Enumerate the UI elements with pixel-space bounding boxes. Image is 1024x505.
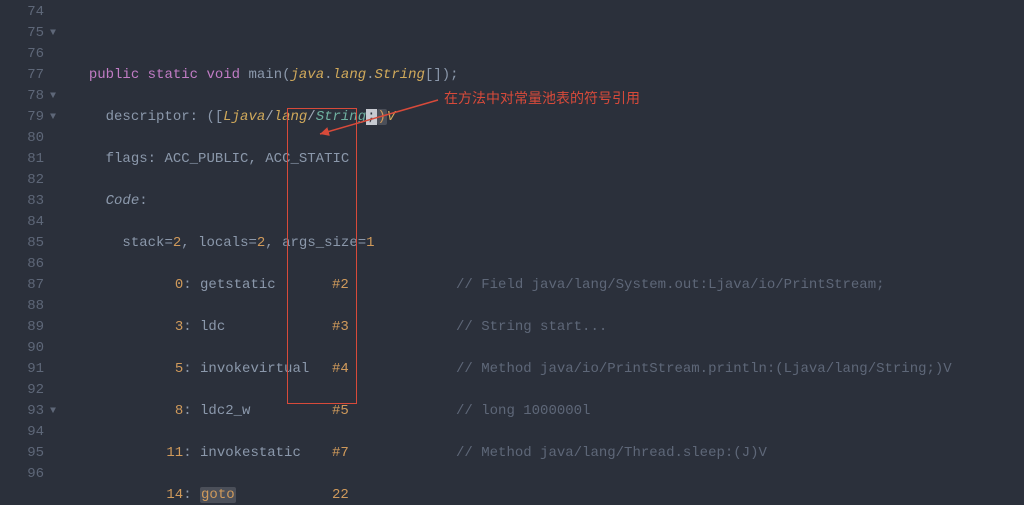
args-label: args_size: [282, 235, 358, 251]
stack-label: stack: [122, 235, 164, 251]
flag: ACC_STATIC: [265, 151, 349, 167]
constpool-ref: #5: [332, 403, 349, 419]
locals-label: locals: [198, 235, 248, 251]
code-area[interactable]: public static void main(java.lang.String…: [64, 0, 1024, 505]
line-number: 80: [0, 128, 58, 149]
line-number: 82: [0, 170, 58, 191]
line-number: 94: [0, 422, 58, 443]
opcode: invokevirtual: [200, 359, 332, 380]
line-number: 77: [0, 65, 58, 86]
line-number: 88: [0, 296, 58, 317]
comment: // long 1000000l: [456, 403, 590, 419]
code-line: public static void main(java.lang.String…: [72, 65, 1024, 86]
code-line: Code:: [72, 191, 1024, 212]
code-line: descriptor: ([Ljava/lang/String;)V: [72, 107, 1024, 128]
opcode: ldc: [200, 317, 332, 338]
array-brackets: []: [425, 67, 442, 83]
args-val: 1: [366, 235, 374, 251]
opcode: goto: [200, 487, 236, 503]
bytecode-line: 8: ldc2_w#5// long 1000000l: [72, 401, 1024, 422]
line-number: 89: [0, 317, 58, 338]
paren-match: ): [377, 109, 387, 125]
comment: // Field java/lang/System.out:Ljava/io/P…: [456, 277, 884, 293]
line-number: 96: [0, 464, 58, 485]
bytecode-line: 3: ldc#3// String start...: [72, 317, 1024, 338]
line-number: 95: [0, 443, 58, 464]
offset: 8: [175, 403, 183, 419]
offset: 5: [175, 361, 183, 377]
line-number: 78▼: [0, 86, 58, 107]
method-name: main: [248, 67, 282, 83]
fold-icon[interactable]: ▼: [48, 23, 58, 44]
line-number: 74: [0, 2, 58, 23]
comment: // String start...: [456, 319, 607, 335]
keyword-void: void: [206, 67, 240, 83]
code-line: flags: ACC_PUBLIC, ACC_STATIC: [72, 149, 1024, 170]
flag: ACC_PUBLIC: [164, 151, 248, 167]
descriptor-label: descriptor: [106, 109, 190, 125]
code-editor: 74 75▼ 76 77 78▼ 79▼ 80 81 82 83 84 85 8…: [0, 0, 1024, 505]
code-line: [72, 23, 1024, 44]
line-number-gutter: 74 75▼ 76 77 78▼ 79▼ 80 81 82 83 84 85 8…: [0, 0, 64, 505]
comment: // Method java/io/PrintStream.println:(L…: [456, 361, 952, 377]
line-number: 83: [0, 191, 58, 212]
offset: 11: [166, 445, 183, 461]
type-name: String: [375, 67, 425, 83]
keyword-public: public: [89, 67, 139, 83]
keyword-static: static: [148, 67, 198, 83]
line-number: 76: [0, 44, 58, 65]
bytecode-line: 0: getstatic#2// Field java/lang/System.…: [72, 275, 1024, 296]
line-number: 81: [0, 149, 58, 170]
fold-icon[interactable]: ▼: [48, 86, 58, 107]
constpool-ref: #3: [332, 319, 349, 335]
type-pkg: lang: [333, 67, 367, 83]
line-number: 92: [0, 380, 58, 401]
bytecode-line: 11: invokestatic#7// Method java/lang/Th…: [72, 443, 1024, 464]
paren-close: );: [442, 67, 459, 83]
line-number: 93▼: [0, 401, 58, 422]
offset: 3: [175, 319, 183, 335]
line-number: 87: [0, 275, 58, 296]
offset: 14: [166, 487, 183, 503]
code-line: stack=2, locals=2, args_size=1: [72, 233, 1024, 254]
opcode: ldc2_w: [200, 401, 332, 422]
opcode: invokestatic: [200, 443, 332, 464]
bytecode-line: 5: invokevirtual#4// Method java/io/Prin…: [72, 359, 1024, 380]
line-number: 86: [0, 254, 58, 275]
type-pkg: java: [291, 67, 325, 83]
bytecode-line: 14: goto22: [72, 485, 1024, 505]
constpool-ref: #7: [332, 445, 349, 461]
line-number: 84: [0, 212, 58, 233]
constpool-ref: #4: [332, 361, 349, 377]
offset: 0: [175, 277, 183, 293]
line-number: 75▼: [0, 23, 58, 44]
cursor: ;: [366, 109, 376, 125]
code-label: Code: [106, 193, 140, 209]
constpool-ref: #2: [332, 277, 349, 293]
stack-val: 2: [173, 235, 181, 251]
line-number: 85: [0, 233, 58, 254]
jump-target: 22: [332, 487, 349, 503]
fold-icon[interactable]: ▼: [48, 401, 58, 422]
line-number: 90: [0, 338, 58, 359]
fold-icon[interactable]: ▼: [48, 107, 58, 128]
line-number: 79▼: [0, 107, 58, 128]
comment: // Method java/lang/Thread.sleep:(J)V: [456, 445, 767, 461]
opcode: getstatic: [200, 275, 332, 296]
flags-label: flags: [106, 151, 148, 167]
line-number: 91: [0, 359, 58, 380]
